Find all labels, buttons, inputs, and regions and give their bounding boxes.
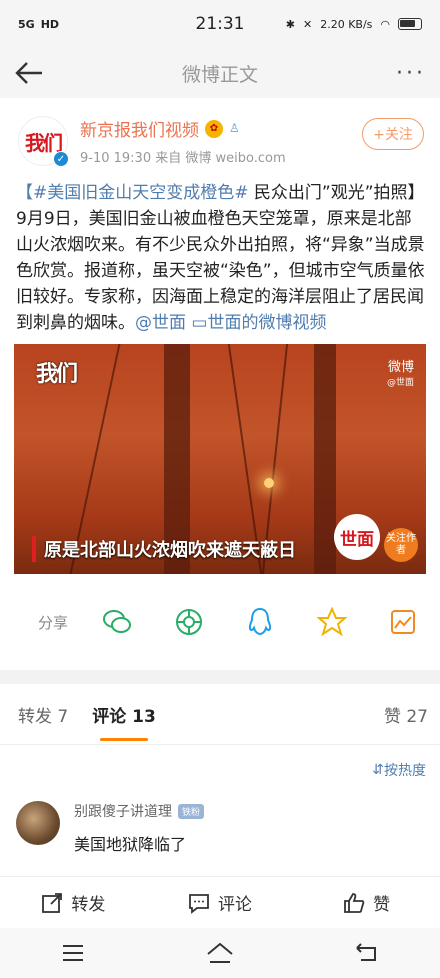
video-player[interactable]: 我们 微博 @世面 原是北部山火浓烟吹来遮天蔽日 世面 关注作者: [14, 344, 426, 574]
share-label: 分享: [38, 613, 69, 632]
like-button[interactable]: 赞: [293, 877, 440, 928]
sort-button[interactable]: 按热度: [384, 760, 426, 780]
post-time: 9-10 19:30: [80, 151, 152, 166]
network-indicator: 5G: [18, 17, 35, 31]
weibo-watermark-sub: @世面: [386, 378, 414, 388]
tab-likes[interactable]: 赞 27: [384, 702, 428, 727]
commenter-row: 别跟傻子讲道理 铁粉: [74, 801, 205, 821]
post-text: 【#美国旧金山天空变成橙色# 民众出门”观光”拍照】9月9日，美国旧金山被血橙色…: [0, 174, 440, 336]
video-link-text: 世面的微博视频: [207, 313, 327, 333]
author-name-row: 新京报我们视频 ✿ ♙: [80, 116, 362, 141]
mention-link[interactable]: @世面: [135, 313, 186, 333]
sort-icon: ⇵: [372, 762, 384, 778]
commenter-avatar[interactable]: [16, 801, 60, 845]
system-nav-bar: [0, 928, 440, 978]
fan-badge-icon: ♙: [229, 120, 240, 135]
network-speed: 2.20 KB/s: [320, 17, 373, 31]
comment-icon: [189, 893, 209, 914]
post-header: 我们 ✓ 新京报我们视频 ✿ ♙ 9-10 19:30 来自 微博 weibo.…: [0, 98, 440, 174]
battery-icon: [398, 18, 422, 30]
follow-author-button[interactable]: 关注作者: [384, 528, 418, 562]
menu-icon: [63, 945, 84, 961]
home-button[interactable]: [205, 938, 235, 968]
street-lamp: [264, 478, 274, 488]
author-avatar[interactable]: 我们 ✓: [18, 116, 69, 167]
nav-bar: 微博正文 ···: [0, 48, 440, 98]
avatar-logo: 我们: [25, 130, 63, 155]
qzone-icon[interactable]: [316, 607, 347, 637]
qq-icon[interactable]: [245, 607, 275, 637]
wifi-icon: ◠: [380, 17, 390, 31]
share-row: 分享: [0, 574, 440, 670]
author-info: 新京报我们视频 ✿ ♙ 9-10 19:30 来自 微博 weibo.com: [80, 116, 362, 166]
video-link[interactable]: ▭世面的微博视频: [191, 313, 326, 333]
like-label: 赞: [373, 895, 391, 915]
fan-tag: 铁粉: [178, 803, 205, 819]
repost-label: 转发: [71, 895, 106, 915]
comment-tabs: 转发 7 评论 13 赞 27: [0, 684, 440, 744]
post-body: 民众出门”观光”拍照】9月9日，美国旧金山被血橙色天空笼罩，原来是北部山火浓烟吹…: [16, 183, 425, 333]
system-back-button[interactable]: [352, 938, 382, 968]
commenter-name[interactable]: 别跟傻子讲道理: [74, 801, 172, 821]
status-left: 5G HD: [18, 18, 59, 31]
video-logo: 我们: [36, 362, 78, 387]
post-meta: 9-10 19:30 来自 微博 weibo.com: [80, 147, 362, 166]
video-link-icon: ▭: [191, 313, 208, 333]
moments-icon[interactable]: [174, 607, 204, 637]
weibo-watermark: 微博: [387, 360, 414, 375]
menu-button[interactable]: [58, 938, 88, 968]
comment-item: 别跟傻子讲道理 铁粉 美国地狱降临了: [0, 795, 440, 855]
repost-icon: [42, 892, 63, 913]
home-icon: [207, 942, 233, 963]
share-icons: [102, 607, 418, 637]
section-divider: [0, 670, 440, 684]
screenshot-share-icon[interactable]: [388, 607, 418, 637]
wechat-icon[interactable]: [102, 607, 132, 637]
verified-icon: ✓: [53, 151, 69, 167]
tab-reposts[interactable]: 转发 7: [18, 702, 68, 727]
tab-comments[interactable]: 评论 13: [92, 702, 156, 741]
comment-button[interactable]: 评论: [147, 877, 294, 928]
return-icon: [355, 943, 376, 961]
author-name[interactable]: 新京报我们视频: [80, 116, 199, 141]
comment-text: 美国地狱降临了: [74, 835, 187, 854]
hd-indicator: HD: [40, 17, 60, 31]
hashtag-link[interactable]: 【#美国旧金山天空变成橙色#: [16, 183, 249, 203]
status-right: ✱ ✕ 2.20 KB/s ◠: [286, 18, 422, 31]
mute-icon: ✕: [302, 17, 313, 31]
bridge-tower: [314, 344, 336, 574]
member-badge-icon: ✿: [205, 119, 223, 138]
action-bar: 转发 评论 赞: [0, 876, 440, 928]
comment-label: 评论: [218, 895, 252, 915]
comment-body: 别跟傻子讲道理 铁粉 美国地狱降临了: [74, 801, 205, 855]
page-title: 微博正文: [181, 63, 259, 86]
back-arrow-icon: [15, 62, 42, 84]
video-watermark: 微博 @世面: [387, 356, 414, 388]
thumbs-up-icon: [344, 892, 365, 913]
bluetooth-icon: ✱: [285, 17, 295, 31]
video-subtitle: 原是北部山火浓烟吹来遮天蔽日: [32, 536, 296, 562]
shimian-avatar[interactable]: 世面: [334, 514, 380, 560]
status-bar: 5G HD 21:31 ✱ ✕ 2.20 KB/s ◠: [0, 0, 440, 48]
post-source: 来自 微博 weibo.com: [155, 151, 286, 166]
back-button[interactable]: [14, 58, 44, 88]
more-button[interactable]: ···: [396, 61, 426, 86]
repost-button[interactable]: 转发: [0, 877, 147, 928]
status-time: 21:31: [195, 14, 245, 34]
sort-row: ⇵ 按热度: [0, 745, 440, 795]
follow-button[interactable]: +关注: [362, 118, 424, 150]
